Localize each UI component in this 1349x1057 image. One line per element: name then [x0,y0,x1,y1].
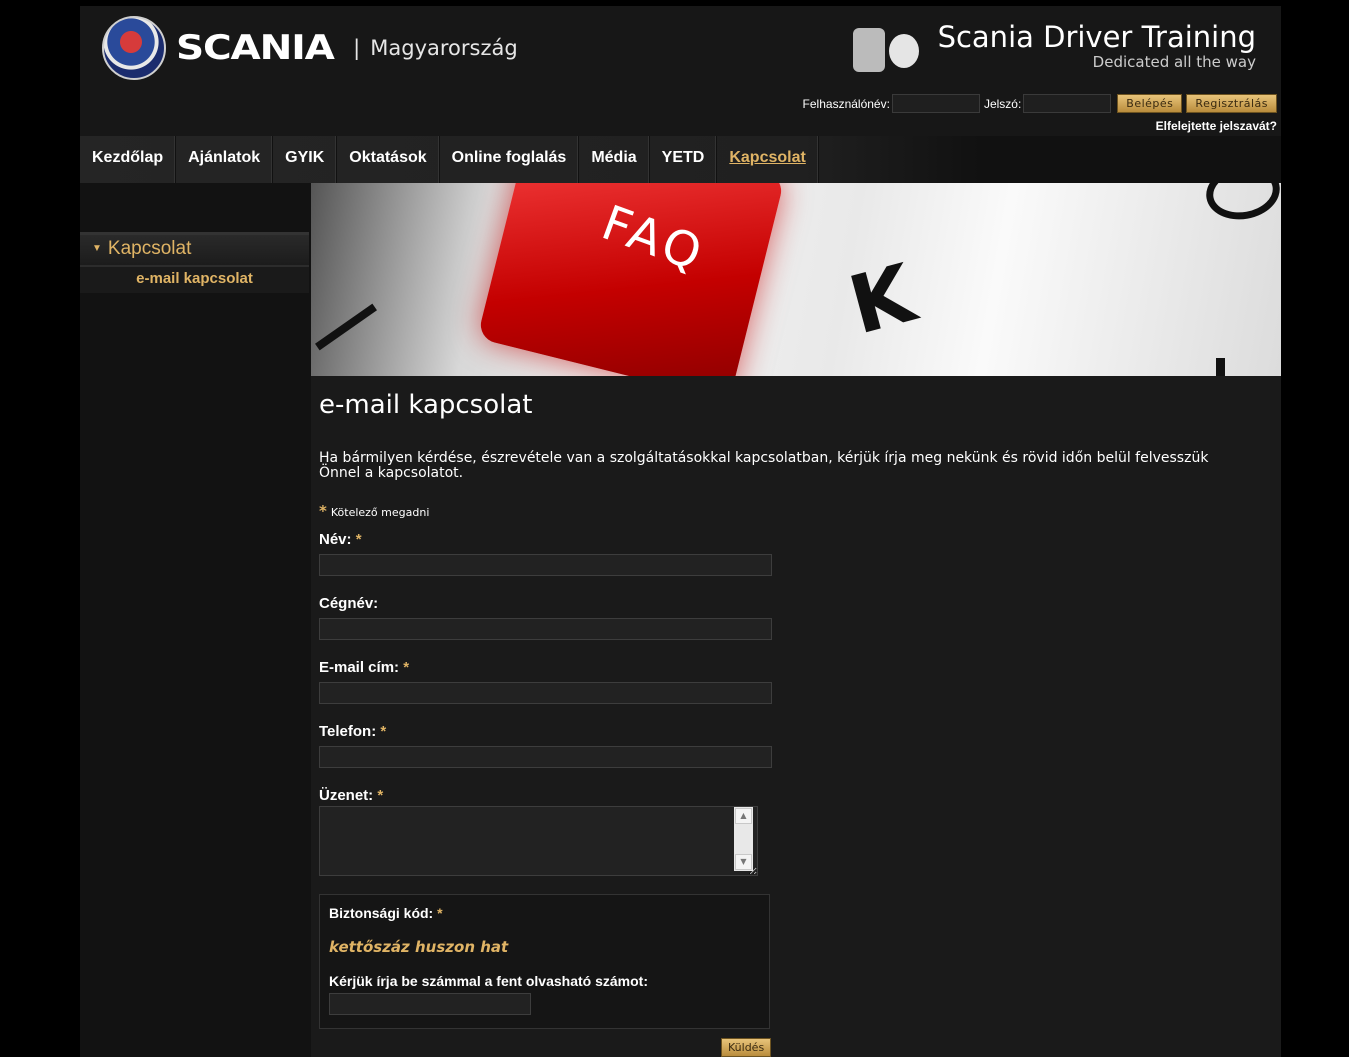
submit-button[interactable]: Küldés [721,1038,772,1057]
message-textarea[interactable] [319,806,758,876]
username-input[interactable] [891,94,980,113]
nav-item-gyik[interactable]: GYIK [273,136,338,183]
faq-banner-image: FAQ K [311,183,1281,376]
email-input[interactable] [319,682,772,704]
griffin-emblem-icon [102,16,166,80]
site-tagline: Dedicated all the way [1092,53,1256,71]
message-scrollbar[interactable]: ▲ ▼ [734,807,753,871]
captcha-hint: Kérjük írja be számmal a fent olvasható … [329,973,648,989]
main-content: e-mail kapcsolat Ha bármilyen kérdése, é… [311,376,1281,1057]
required-star-icon: * [380,723,387,740]
page-title: e-mail kapcsolat [319,390,533,420]
scroll-up-icon[interactable]: ▲ [735,808,752,824]
region-text: Magyarország [370,36,518,60]
phone-label: Telefon: * [319,723,387,740]
forgot-password-link[interactable]: Elfelejtette jelszavát? [1156,119,1277,133]
required-star-icon: * [403,659,410,676]
nav-item-ajanlatok[interactable]: Ajánlatok [176,136,274,183]
region-separator: | [353,36,361,60]
required-star-icon: * [437,905,443,921]
required-note-text: Kötelező megadni [330,506,430,519]
required-star-icon: * [377,787,384,804]
required-star-icon: * [355,531,362,548]
required-note: * Kötelező megadni [319,502,429,520]
site-header: SCANIA | Magyarország Scania Driver Train… [80,6,1281,136]
captcha-box: Biztonsági kód: * kettőszáz huszon hat K… [319,894,770,1029]
brand-wordmark: SCANIA [176,28,335,68]
driver-training-title: Scania Driver Training Dedicated all the… [938,21,1256,71]
company-input[interactable] [319,618,772,640]
region-label: | Magyarország [353,36,518,60]
keyboard-letter-v-stroke [315,303,377,351]
sidebar-section-label: Kapcsolat [107,238,192,259]
sidebar: ▼ Kapcsolat e-mail kapcsolat [80,183,309,1057]
message-label: Üzenet: * [319,787,384,804]
keyboard-letter-o-icon [1201,183,1281,226]
scania-logo[interactable]: SCANIA | Magyarország [102,16,518,80]
sidebar-item-email-kapcsolat[interactable]: e-mail kapcsolat [80,265,309,293]
keyboard-letter-k: K [840,246,924,353]
password-input[interactable] [1023,94,1112,113]
register-button[interactable]: Regisztrálás [1186,94,1277,113]
name-label: Név: * [319,531,362,548]
password-label: Jelszó: [983,96,1022,111]
phone-input[interactable] [319,746,772,768]
captcha-code-text: kettőszáz huszon hat [329,938,509,956]
username-label: Felhasználónév: [802,96,890,111]
nav-item-media[interactable]: Média [579,136,650,183]
keyboard-letter-i-stroke [1216,358,1225,376]
site-title: Scania Driver Training [937,20,1256,54]
captcha-label: Biztonsági kód: * [329,905,443,921]
nav-item-yetd[interactable]: YETD [650,136,718,183]
required-star-icon: * [319,502,327,520]
nav-item-online-foglalas[interactable]: Online foglalás [440,136,580,183]
nav-item-kezdolap[interactable]: Kezdőlap [80,136,177,183]
nav-item-kapcsolat[interactable]: Kapcsolat [717,136,819,183]
intro-text: Ha bármilyen kérdése, észrevétele van a … [319,450,1209,481]
driver-training-icon [853,28,923,72]
nav-item-oktatasok[interactable]: Oktatások [337,136,440,183]
scroll-down-icon[interactable]: ▼ [735,854,752,870]
main-nav: Kezdőlap Ajánlatok GYIK Oktatások Online… [80,136,1281,183]
login-button[interactable]: Belépés [1117,94,1183,113]
sidebar-section-kapcsolat[interactable]: ▼ Kapcsolat [80,232,309,265]
page-shell: SCANIA | Magyarország Scania Driver Train… [80,6,1281,1057]
login-form: Felhasználónév: Jelszó: Belépés Regisztr… [803,94,1277,113]
bullet-arrow-icon: ▼ [92,243,102,254]
company-label: Cégnév: [319,595,379,612]
email-label: E-mail cím: * [319,659,410,676]
captcha-input[interactable] [329,993,531,1015]
name-input[interactable] [319,554,772,576]
